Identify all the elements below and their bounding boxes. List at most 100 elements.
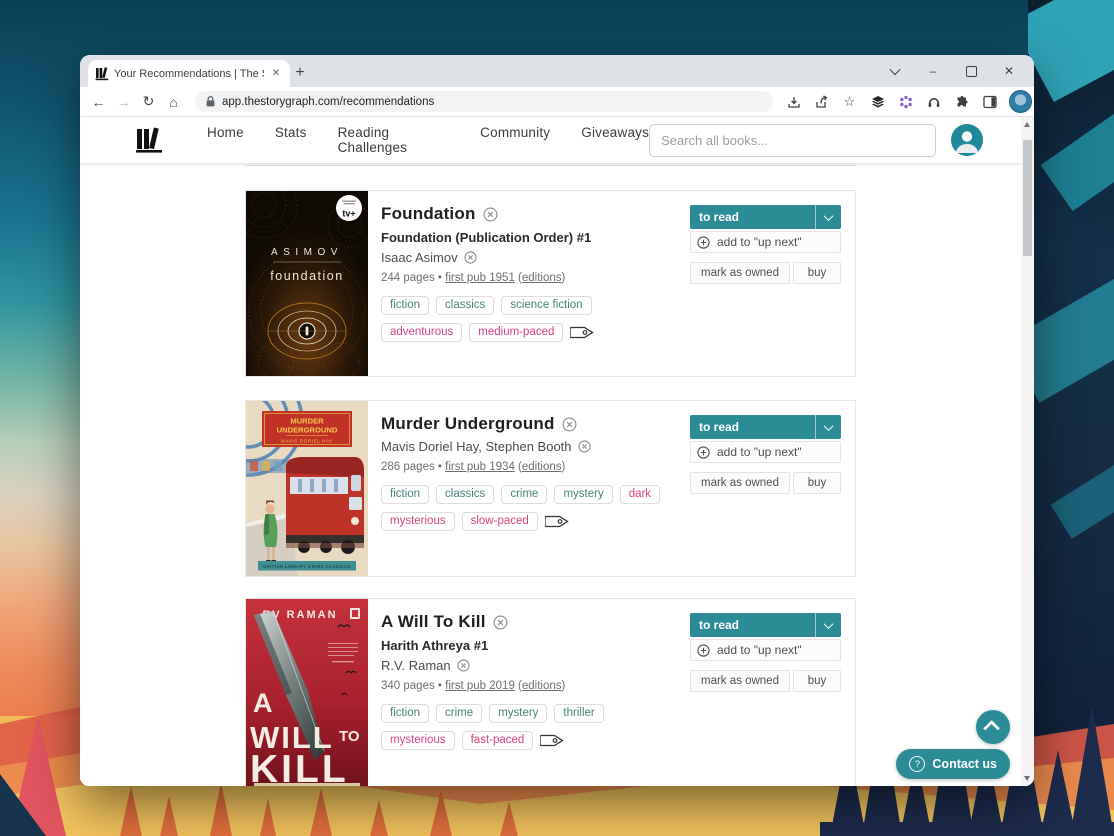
tag-icon[interactable] xyxy=(540,733,565,748)
book-authors[interactable]: Mavis Doriel Hay, Stephen Booth xyxy=(381,439,572,454)
book-title[interactable]: Murder Underground xyxy=(381,414,555,434)
to-read-button[interactable]: to read xyxy=(690,613,841,637)
mark-as-owned-button[interactable]: mark as owned xyxy=(690,262,790,284)
mark-as-owned-button[interactable]: mark as owned xyxy=(690,670,790,692)
layers-extension-icon[interactable] xyxy=(869,93,886,110)
tag[interactable]: fiction xyxy=(381,296,429,315)
window-controls: – ✕ xyxy=(876,55,1028,87)
first-pub-link[interactable]: first pub 1951 xyxy=(445,272,515,284)
remove-author-icon[interactable] xyxy=(464,251,477,264)
buy-button[interactable]: buy xyxy=(793,472,841,494)
editions-link[interactable]: editions xyxy=(522,461,562,473)
home-button[interactable]: ⌂ xyxy=(161,94,186,110)
remove-recommendation-icon[interactable] xyxy=(493,615,508,630)
url-bar[interactable]: app.thestorygraph.com/recommendations xyxy=(195,91,773,112)
tag[interactable]: medium-paced xyxy=(469,323,563,342)
book-authors[interactable]: R.V. Raman xyxy=(381,658,451,673)
tag[interactable]: classics xyxy=(436,296,494,315)
remove-recommendation-icon[interactable] xyxy=(483,207,498,222)
tag[interactable]: mysterious xyxy=(381,731,455,750)
tag-icon[interactable] xyxy=(570,325,595,340)
to-read-button[interactable]: to read xyxy=(690,415,841,439)
browser-toolbar: ← → ↻ ⌂ app.thestorygraph.com/recommenda… xyxy=(80,87,1034,117)
search-input[interactable] xyxy=(649,124,936,157)
mark-as-owned-button[interactable]: mark as owned xyxy=(690,472,790,494)
close-button[interactable]: ✕ xyxy=(990,55,1028,87)
headphones-extension-icon[interactable] xyxy=(925,93,942,110)
book-cover[interactable]: ASIMOV foundation xyxy=(246,191,368,376)
tag[interactable]: fast-paced xyxy=(462,731,534,750)
nav-home[interactable]: Home xyxy=(207,125,244,155)
scroll-to-top-button[interactable] xyxy=(976,710,1010,744)
scrollbar-down-arrow[interactable] xyxy=(1024,776,1030,781)
flower-extension-icon[interactable] xyxy=(897,93,914,110)
reload-button[interactable]: ↻ xyxy=(136,93,161,110)
book-title[interactable]: Foundation xyxy=(381,204,476,224)
scrollbar-thumb[interactable] xyxy=(1023,140,1032,256)
book-cover[interactable]: MURDER UNDERGROUND MAVIS DORIEL HAY BRIT… xyxy=(246,401,368,576)
extensions-puzzle-icon[interactable] xyxy=(953,93,970,110)
install-icon[interactable] xyxy=(785,93,802,110)
first-pub-link[interactable]: first pub 2019 xyxy=(445,680,515,692)
to-read-button[interactable]: to read xyxy=(690,205,841,229)
tag[interactable]: crime xyxy=(436,704,482,723)
to-read-dropdown[interactable] xyxy=(815,613,841,637)
buy-button[interactable]: buy xyxy=(793,670,841,692)
user-avatar[interactable] xyxy=(951,124,983,156)
buy-button[interactable]: buy xyxy=(793,262,841,284)
forward-button[interactable]: → xyxy=(111,94,136,110)
add-up-next-button[interactable]: add to "up next" xyxy=(690,639,841,661)
remove-author-icon[interactable] xyxy=(457,659,470,672)
editions-link[interactable]: editions xyxy=(522,680,562,692)
nav-community[interactable]: Community xyxy=(480,125,550,155)
minimize-button[interactable]: – xyxy=(914,55,952,87)
chevron-up-icon xyxy=(983,720,1000,737)
contact-us-button[interactable]: ? Contact us xyxy=(896,749,1010,779)
maximize-button[interactable] xyxy=(952,55,990,87)
remove-author-icon[interactable] xyxy=(578,440,591,453)
tag[interactable]: crime xyxy=(501,485,547,504)
tag[interactable]: adventurous xyxy=(381,323,462,342)
new-tab-button[interactable]: + xyxy=(287,60,313,86)
editions-link[interactable]: editions xyxy=(522,272,562,284)
share-icon[interactable] xyxy=(813,93,830,110)
to-read-dropdown[interactable] xyxy=(815,415,841,439)
tag[interactable]: mystery xyxy=(554,485,612,504)
browser-profile-avatar[interactable] xyxy=(1009,90,1032,113)
scrollbar-up-arrow[interactable] xyxy=(1024,122,1030,127)
side-panel-icon[interactable] xyxy=(981,93,998,110)
tag-icon[interactable] xyxy=(545,514,570,529)
tag[interactable]: dark xyxy=(620,485,660,504)
tag[interactable]: thriller xyxy=(554,704,603,723)
nav-reading-challenges[interactable]: Reading Challenges xyxy=(338,125,450,155)
first-pub-link[interactable]: first pub 1934 xyxy=(445,461,515,473)
book-cover[interactable]: RV RAMAN A xyxy=(246,599,368,786)
train xyxy=(286,457,364,554)
tab-strip: Your Recommendations | The Sto ✕ + – ✕ xyxy=(80,55,1034,87)
tag[interactable]: classics xyxy=(436,485,494,504)
chevron-down-icon xyxy=(824,421,834,431)
browser-tab[interactable]: Your Recommendations | The Sto ✕ xyxy=(88,60,290,87)
to-read-dropdown[interactable] xyxy=(815,205,841,229)
storygraph-logo[interactable] xyxy=(135,127,165,154)
book-authors[interactable]: Isaac Asimov xyxy=(381,250,458,265)
bookmark-star-icon[interactable]: ☆ xyxy=(841,93,858,110)
tab-search-chevron-icon[interactable] xyxy=(876,55,914,87)
add-up-next-button[interactable]: add to "up next" xyxy=(690,231,841,253)
book-actions: to read add to "up next" mark as owned b… xyxy=(690,415,841,494)
tag[interactable]: mysterious xyxy=(381,512,455,531)
tag[interactable]: slow-paced xyxy=(462,512,538,531)
tab-close-icon[interactable]: ✕ xyxy=(269,68,283,79)
page-scrollbar[interactable] xyxy=(1021,117,1034,786)
tag[interactable]: fiction xyxy=(381,485,429,504)
add-up-next-button[interactable]: add to "up next" xyxy=(690,441,841,463)
nav-giveaways[interactable]: Giveaways xyxy=(581,125,649,155)
book-title[interactable]: A Will To Kill xyxy=(381,612,486,632)
tag[interactable]: science fiction xyxy=(501,296,591,315)
tag[interactable]: fiction xyxy=(381,704,429,723)
nav-stats[interactable]: Stats xyxy=(275,125,307,155)
remove-recommendation-icon[interactable] xyxy=(562,417,577,432)
book-info: A Will To Kill Harith Athreya #1 R.V. Ra… xyxy=(368,599,855,786)
back-button[interactable]: ← xyxy=(86,94,111,110)
tag[interactable]: mystery xyxy=(489,704,547,723)
